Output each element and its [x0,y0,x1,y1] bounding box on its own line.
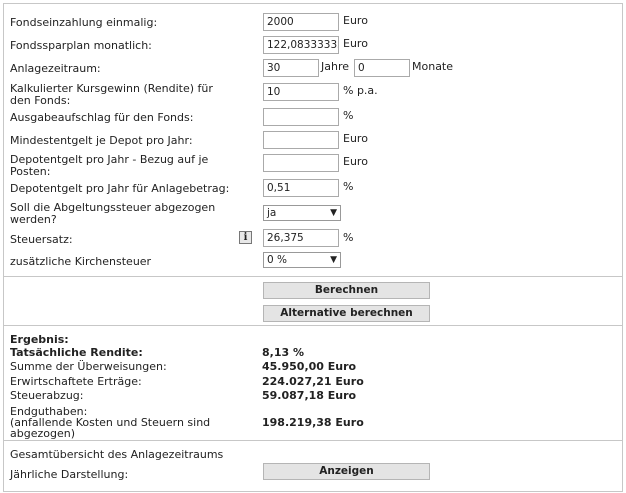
steuersatz-label: Steuersatz: [10,233,73,246]
result-endguthaben-value: 198.219,38 Euro [262,416,364,429]
zeitraum-months-unit: Monate [412,60,454,73]
jaehrlich-label: Jährliche Darstellung: [10,468,129,481]
overview-title: Gesamtübersicht des Anlagezeitraums [10,448,224,461]
steuersatz-unit: % [343,231,354,244]
result-section: Ergebnis: Tatsächliche Rendite: 8,13 % S… [4,326,622,440]
kirchensteuer-selected: 0 % [267,254,287,266]
result-ertraege-label: Erwirtschaftete Erträge: [10,375,142,388]
abgeltungssteuer-label-line2: werden? [10,213,57,226]
ausgabeaufschlag-input[interactable] [263,108,339,126]
rendite-label-line2: den Fonds: [10,94,71,107]
depotentgelt-betrag-unit: % [343,180,354,193]
sparplan-unit: Euro [343,37,368,50]
rendite-input[interactable]: 10 [263,83,339,101]
action-section: Berechnen Alternative berechnen [4,277,622,325]
result-ertraege-value: 224.027,21 Euro [262,375,364,388]
mindestentgelt-label: Mindestentgelt je Depot pro Jahr: [10,134,193,147]
abgeltungssteuer-select[interactable]: ja ▼ [263,205,341,221]
result-ueberweisungen-value: 45.950,00 Euro [262,360,357,373]
rendite-label: Kalkulierter Kursgewinn (Rendite) für de… [10,83,248,107]
depotentgelt-betrag-input[interactable]: 0,51 [263,179,339,197]
depotentgelt-posten-unit: Euro [343,155,368,168]
result-ueberweisungen-label: Summe der Überweisungen: [10,360,167,373]
abgeltungssteuer-label: Soll die Abgeltungssteuer abgezogen werd… [10,202,248,226]
endguthaben-label-line3: abgezogen) [10,427,75,440]
einzahlung-label: Fondseinzahlung einmalig: [10,16,158,29]
sparplan-input[interactable]: 122,0833333333 [263,36,339,54]
anzeigen-button[interactable]: Anzeigen [263,463,430,480]
input-section: Fondseinzahlung einmalig: 2000 Euro Fond… [4,4,622,276]
einzahlung-input[interactable]: 2000 [263,13,339,31]
ausgabeaufschlag-unit: % [343,109,354,122]
result-rendite-value: 8,13 % [262,346,304,359]
depotentgelt-posten-input[interactable] [263,154,339,172]
alternative-berechnen-button[interactable]: Alternative berechnen [263,305,430,322]
result-rendite-label: Tatsächliche Rendite: [10,346,143,359]
sparplan-label: Fondssparplan monatlich: [10,39,152,52]
depotentgelt-betrag-label: Depotentgelt pro Jahr für Anlagebetrag: [10,182,230,195]
depotentgelt-posten-label: Depotentgelt pro Jahr - Bezug auf je Pos… [10,154,248,178]
kirchensteuer-label: zusätzliche Kirchensteuer [10,255,152,268]
zeitraum-years-unit: Jahre [321,60,350,73]
ausgabeaufschlag-label: Ausgabeaufschlag für den Fonds: [10,111,194,124]
mindestentgelt-unit: Euro [343,132,368,145]
result-heading: Ergebnis: [10,333,69,346]
chevron-down-icon: ▼ [330,208,337,218]
info-icon[interactable]: i [239,231,252,244]
overview-section: Gesamtübersicht des Anlagezeitraums Jähr… [4,441,622,491]
result-steuerabzug-label: Steuerabzug: [10,389,84,402]
zeitraum-months-input[interactable]: 0 [354,59,410,77]
zeitraum-years-input[interactable]: 30 [263,59,319,77]
steuersatz-input[interactable]: 26,375 [263,229,339,247]
result-endguthaben-label: Endguthaben: (anfallende Kosten und Steu… [10,406,210,439]
mindestentgelt-input[interactable] [263,131,339,149]
result-steuerabzug-value: 59.087,18 Euro [262,389,357,402]
berechnen-button[interactable]: Berechnen [263,282,430,299]
einzahlung-unit: Euro [343,14,368,27]
depotentgelt-posten-label-line2: Posten: [10,165,51,178]
rendite-unit: % p.a. [343,84,378,97]
chevron-down-icon: ▼ [330,255,337,265]
calculator-panel: Fondseinzahlung einmalig: 2000 Euro Fond… [3,3,623,492]
zeitraum-label: Anlagezeitraum: [10,62,101,75]
abgeltungssteuer-selected: ja [267,207,277,219]
kirchensteuer-select[interactable]: 0 % ▼ [263,252,341,268]
